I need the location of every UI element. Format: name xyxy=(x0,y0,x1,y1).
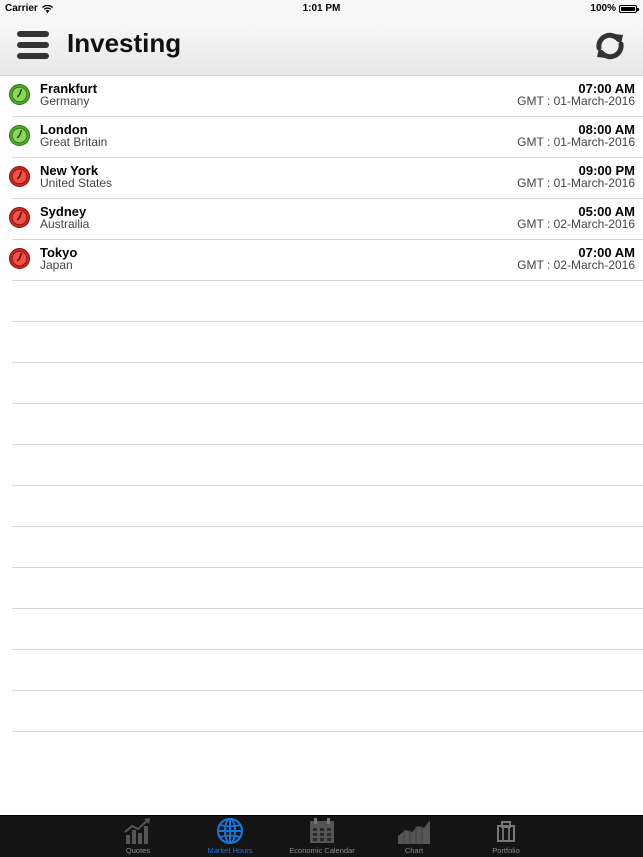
empty-row xyxy=(12,527,643,568)
market-row-new-york[interactable]: New York United States 09:00 PM GMT : 01… xyxy=(9,158,643,199)
market-date: GMT : 02-March-2016 xyxy=(517,258,635,272)
status-time: 1:01 PM xyxy=(302,3,341,14)
market-row-frankfurt[interactable]: Frankfurt Germany 07:00 AM GMT : 01-Marc… xyxy=(9,76,643,117)
battery-icon xyxy=(619,4,639,13)
app-screen: Carrier 1:01 PM 100% Investing Frankfurt… xyxy=(0,0,643,857)
empty-row xyxy=(12,486,643,527)
market-date: GMT : 01-March-2016 xyxy=(517,135,635,149)
clock-open-icon xyxy=(9,84,30,105)
briefcase-icon xyxy=(497,821,515,842)
market-row-london[interactable]: London Great Britain 08:00 AM GMT : 01-M… xyxy=(9,117,643,158)
tab-economic-calendar[interactable]: Economic Calendar xyxy=(276,816,368,857)
market-date: GMT : 02-March-2016 xyxy=(517,217,635,231)
market-row-tokyo[interactable]: Tokyo Japan 07:00 AM GMT : 02-March-2016 xyxy=(9,240,643,281)
market-country: United States xyxy=(40,176,113,190)
tab-label: Market Hours xyxy=(207,846,253,855)
empty-row xyxy=(12,445,643,486)
status-bar: Carrier 1:01 PM 100% xyxy=(0,0,643,18)
tab-label: Chart xyxy=(404,846,424,855)
tab-list: Quotes Market Hours Economic Calendar Ch… xyxy=(92,816,552,857)
clock-closed-icon xyxy=(9,207,30,228)
market-country: Japan xyxy=(40,258,73,272)
quotes-chart-icon xyxy=(124,818,150,844)
refresh-icon[interactable] xyxy=(591,27,629,65)
market-country: Germany xyxy=(40,94,90,108)
tab-label: Quotes xyxy=(125,846,151,855)
market-country: Great Britain xyxy=(40,135,108,149)
tab-market-hours[interactable]: Market Hours xyxy=(184,816,276,857)
tab-portfolio[interactable]: Portfolio xyxy=(460,816,552,857)
tab-quotes[interactable]: Quotes xyxy=(92,816,184,857)
area-chart-icon xyxy=(398,820,430,844)
empty-row xyxy=(12,609,643,650)
empty-row xyxy=(12,650,643,691)
tab-label: Portfolio xyxy=(492,846,520,855)
tab-bar: Quotes Market Hours Economic Calendar Ch… xyxy=(0,815,643,857)
page-title: Investing xyxy=(67,28,182,58)
calendar-icon xyxy=(310,818,334,843)
globe-icon xyxy=(216,818,244,844)
battery-info: 100% xyxy=(590,3,639,14)
clock-closed-icon xyxy=(9,166,30,187)
empty-row xyxy=(12,363,643,404)
empty-row xyxy=(12,568,643,609)
hamburger-menu-icon[interactable] xyxy=(17,30,49,62)
empty-row xyxy=(12,404,643,445)
empty-row xyxy=(12,281,643,322)
clock-closed-icon xyxy=(9,248,30,269)
tab-label: Economic Calendar xyxy=(289,846,355,855)
market-row-sydney[interactable]: Sydney Austrailia 05:00 AM GMT : 02-Marc… xyxy=(9,199,643,240)
market-country: Austrailia xyxy=(40,217,90,231)
empty-row xyxy=(12,322,643,363)
market-hours-list: Frankfurt Germany 07:00 AM GMT : 01-Marc… xyxy=(0,76,643,732)
tab-chart[interactable]: Chart xyxy=(368,816,460,857)
navigation-bar: Investing xyxy=(0,18,643,76)
market-date: GMT : 01-March-2016 xyxy=(517,94,635,108)
battery-percent: 100% xyxy=(590,3,616,14)
clock-open-icon xyxy=(9,125,30,146)
market-date: GMT : 01-March-2016 xyxy=(517,176,635,190)
empty-row xyxy=(12,691,643,732)
